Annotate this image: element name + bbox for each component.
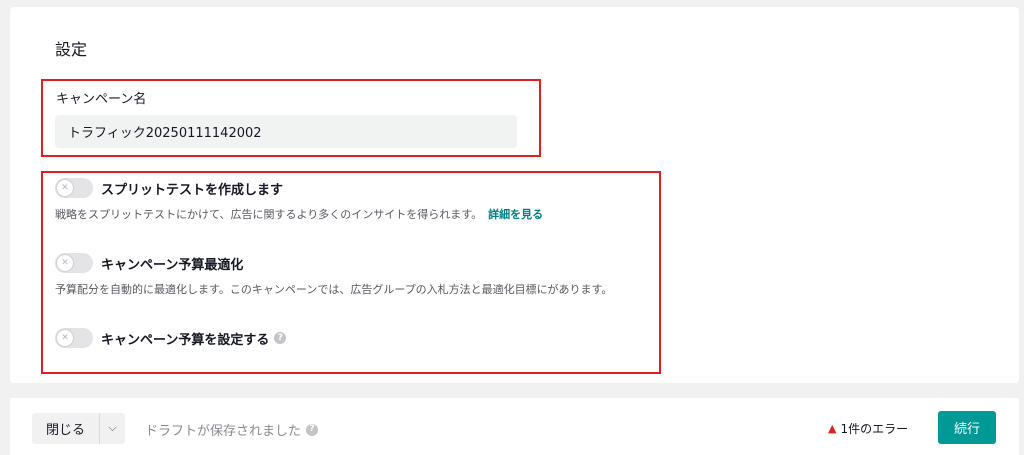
split-test-toggle[interactable]: ✕ bbox=[55, 178, 93, 198]
error-text: 1件のエラー bbox=[840, 422, 909, 436]
budget-optimization-row: ✕ キャンペーン予算最適化 bbox=[55, 252, 243, 274]
set-budget-toggle[interactable]: ✕ bbox=[55, 328, 93, 348]
close-icon: ✕ bbox=[57, 330, 73, 346]
error-indicator[interactable]: ▲ 1件のエラー bbox=[828, 420, 908, 437]
set-budget-label: キャンペーン予算を設定する bbox=[101, 332, 270, 348]
split-test-description-text: 戦略をスプリットテストにかけて、広告に関するより多くのインサイトを得られます。 bbox=[55, 208, 483, 221]
close-icon: ✕ bbox=[57, 180, 73, 196]
close-icon: ✕ bbox=[57, 255, 73, 271]
close-button-group: 閉じる ⌵ bbox=[32, 413, 126, 444]
help-icon[interactable]: ? bbox=[306, 423, 319, 436]
help-icon[interactable]: ? bbox=[274, 332, 287, 344]
budget-optimization-description: 予算配分を自動的に最適化します。このキャンペーンでは、広告グループの入札方法と最… bbox=[55, 283, 613, 296]
footer-bar: 閉じる ⌵ ドラフトが保存されました ? ▲ 1件のエラー 続行 bbox=[10, 398, 1019, 455]
section-title: 設定 bbox=[55, 40, 88, 59]
campaign-name-input[interactable] bbox=[55, 115, 517, 148]
split-test-row: ✕ スプリットテストを作成します bbox=[55, 177, 283, 199]
split-test-label: スプリットテストを作成します bbox=[101, 182, 284, 198]
chevron-down-icon: ⌵ bbox=[108, 422, 117, 434]
learn-more-link[interactable]: 詳細を見る bbox=[488, 208, 543, 221]
close-menu-button[interactable]: ⌵ bbox=[99, 413, 126, 444]
budget-optimization-label: キャンペーン予算最適化 bbox=[101, 257, 244, 273]
set-budget-row: ✕ キャンペーン予算を設定する ? bbox=[55, 327, 287, 349]
warning-icon: ▲ bbox=[828, 422, 837, 435]
continue-button[interactable]: 続行 bbox=[938, 411, 996, 444]
budget-optimization-toggle[interactable]: ✕ bbox=[55, 253, 93, 273]
draft-status-text: ドラフトが保存されました bbox=[145, 424, 302, 439]
campaign-name-label: キャンペーン名 bbox=[56, 92, 147, 107]
split-test-description: 戦略をスプリットテストにかけて、広告に関するより多くのインサイトを得られます。詳… bbox=[55, 206, 543, 222]
close-button[interactable]: 閉じる bbox=[32, 413, 100, 444]
draft-status: ドラフトが保存されました ? bbox=[145, 420, 319, 439]
